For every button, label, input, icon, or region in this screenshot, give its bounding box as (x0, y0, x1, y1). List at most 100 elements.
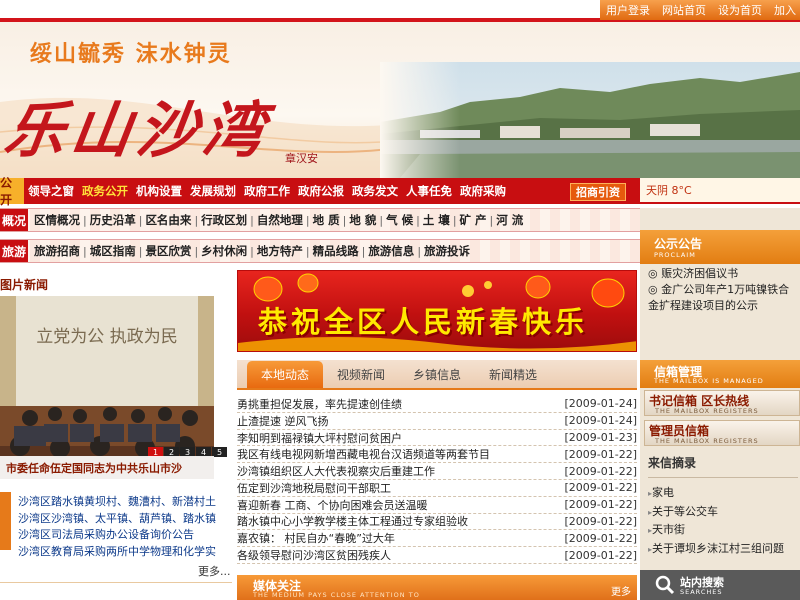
nav-item-leaders[interactable]: 领导之窗 (24, 183, 78, 199)
news-row: 勇挑重担促发展，率先提速创佳绩 [2009-01-24] (237, 396, 637, 413)
nav-item-gov-affairs[interactable]: 政务公开 (78, 183, 132, 199)
spring-festival-banner[interactable]: 恭祝全区人民新春快乐 (237, 270, 637, 352)
nav3-item-tourism-info[interactable]: 旅游信息 (365, 243, 417, 259)
nav2-item-name-origin[interactable]: 区名由来 (142, 212, 194, 228)
notice-header: 公示公告 PROCLAIM (640, 230, 800, 264)
left-news-item[interactable]: 沙湾区司法局采购办公设备询价公告 (18, 527, 223, 544)
news-title[interactable]: 勇挑重担促发展，率先提速创佳绩 (237, 396, 402, 412)
set-homepage-link[interactable]: 设为首页 (718, 2, 762, 18)
news-title[interactable]: 李知明到福禄镇大坪村慰问贫困户 (237, 430, 402, 446)
mailbox-header: 信箱管理 THE MAILBOX IS MANAGED (640, 360, 800, 388)
left-more-link[interactable]: 更多... (198, 563, 231, 579)
nav2-item-geography[interactable]: 自然地理 (254, 212, 306, 228)
nav2-item-overview[interactable]: 区情概况 (31, 212, 83, 228)
main-nav: 公开 领导之窗 政务公开 机构设置 发展规划 政府工作 政府公报 政务发文 人事… (0, 176, 640, 207)
letter-item[interactable]: 关于等公交车 (648, 503, 800, 522)
admin-mailbox-button[interactable]: 管理员信箱 THE MAILBOX REGISTERS (644, 420, 800, 446)
news-row: 伍定到沙湾地税局慰问干部职工 [2009-01-22] (237, 480, 637, 497)
nav3-item-specialties[interactable]: 地方特产 (254, 243, 306, 259)
news-date: [2009-01-22] (564, 464, 637, 478)
spring-festival-text: 恭祝全区人民新春快乐 (258, 305, 589, 339)
tab-featured-news[interactable]: 新闻精选 (475, 361, 551, 388)
news-title[interactable]: 伍定到沙湾地税局慰问干部职工 (237, 480, 391, 496)
add-favorite-link[interactable]: 加入 (774, 2, 796, 18)
nav-item-gov-work[interactable]: 政府工作 (240, 183, 294, 199)
nav-section-label-public: 公开 (0, 176, 24, 207)
banner-slogan: 绥山毓秀 沫水钟灵 (30, 41, 232, 67)
nav3-item-tourism-invest[interactable]: 旅游招商 (31, 243, 83, 259)
nav-item-personnel[interactable]: 人事任免 (402, 183, 456, 199)
nav3-item-scenic-spots[interactable]: 景区欣赏 (142, 243, 194, 259)
mailbox-btn2-sub: THE MAILBOX REGISTERS (655, 437, 759, 445)
home-link[interactable]: 网站首页 (662, 2, 706, 18)
letters-title: 来信摘录 (648, 454, 798, 478)
search-icon (655, 575, 675, 595)
secretary-mailbox-button[interactable]: 书记信箱 区长热线 THE MAILBOX REGISTERS (644, 390, 800, 416)
nav2-item-divisions[interactable]: 行政区划 (198, 212, 250, 228)
news-date: [2009-01-22] (564, 447, 637, 461)
site-search-subtitle: SEARCHES (680, 588, 723, 596)
overview-nav: 概况 区情概况 | 历史沿革 | 区名由来 | 行政区划 | 自然地理 | 地 质 | 地 … (0, 208, 640, 232)
news-row: 沙湾镇组织区人大代表视察灾后重建工作 [2009-01-22] (237, 463, 637, 480)
news-title[interactable]: 各级领导慰问沙湾区贫困残疾人 (237, 547, 391, 563)
investment-button[interactable]: 招商引资 (570, 183, 626, 201)
news-title[interactable]: 止渣提速 逆风飞扬 (237, 413, 329, 429)
news-title[interactable]: 沙湾镇组织区人大代表视察灾后重建工作 (237, 463, 435, 479)
nav2-item-landform[interactable]: 地 貌 (346, 212, 379, 228)
banner: 绥山毓秀 沫水钟灵 乐山沙湾 章汉安 (0, 22, 800, 178)
news-row: 踏水镇中心小学教学楼主体工程通过专家组验收 [2009-01-22] (237, 514, 637, 531)
photo-news-title: 图片新闻 (0, 278, 49, 292)
nav3-item-complaints[interactable]: 旅游投诉 (421, 243, 473, 259)
tab-township-info[interactable]: 乡镇信息 (399, 361, 475, 388)
login-link[interactable]: 用户登录 (606, 2, 650, 18)
news-title[interactable]: 嘉农镇： 村民自办“春晚”过大年 (237, 530, 395, 546)
page: 用户登录 网站首页 设为首页 加入 绥山毓秀 沫水钟灵 乐山沙湾 章汉安 公开 … (0, 0, 800, 600)
left-news-item[interactable]: 沙湾区教育局采购两所中学物理和化学实 (18, 544, 223, 561)
letter-item[interactable]: 天市街 (648, 521, 800, 540)
left-accent-bar (0, 492, 11, 550)
nav2-item-rivers[interactable]: 河 流 (493, 212, 526, 228)
left-news-item[interactable]: 沙湾区沙湾镇、太平镇、葫芦镇、踏水镇 (18, 511, 223, 528)
nav2-item-history[interactable]: 历史沿革 (87, 212, 139, 228)
tab-video-news[interactable]: 视频新闻 (323, 361, 399, 388)
mailbox-btn1-sub: THE MAILBOX REGISTERS (655, 407, 759, 415)
left-news-list: 沙湾区踏水镇黄坝村、魏漕村、新潜村土 沙湾区沙湾镇、太平镇、葫芦镇、踏水镇 沙湾… (18, 494, 223, 560)
news-title[interactable]: 踏水镇中心小学教学楼主体工程通过专家组验收 (237, 513, 468, 529)
media-subtitle: THE MEDIUM PAYS CLOSE ATTENTION TO (253, 591, 420, 599)
nav-item-gazette[interactable]: 政府公报 (294, 183, 348, 199)
news-date: [2009-01-22] (564, 481, 637, 495)
nav2-item-soil[interactable]: 土 壤 (420, 212, 453, 228)
news-title[interactable]: 我区有线电视网新增西藏电视台汉语频道等两套节目 (237, 446, 490, 462)
tourism-nav: 旅游 旅游招商 | 城区指南 | 景区欣赏 | 乡村休闲 | 地方特产 | 精品线路 | 旅… (0, 239, 640, 263)
weather-display: 天阴 8°C (640, 178, 800, 204)
letter-item[interactable]: 关于谭坝乡沫江村三组问题 (648, 540, 800, 559)
nav-item-documents[interactable]: 政务发文 (348, 183, 402, 199)
nav3-item-rural-leisure[interactable]: 乡村休闲 (198, 243, 250, 259)
media-more-link[interactable]: 更多 (611, 583, 631, 598)
left-news-item[interactable]: 沙湾区踏水镇黄坝村、魏漕村、新潜村土 (18, 494, 223, 511)
nav3-item-city-guide[interactable]: 城区指南 (87, 243, 139, 259)
site-search-header[interactable]: 站内搜索 SEARCHES (640, 570, 800, 600)
notice-item[interactable]: ◎ 赈灾济困倡议书 (648, 266, 800, 282)
news-date: [2009-01-23] (564, 430, 637, 444)
photo-caption[interactable]: 市委任命伍定国同志为中共乐山市沙 (0, 456, 214, 479)
letter-item[interactable]: 家电 (648, 484, 800, 503)
nav2-item-geology[interactable]: 地 质 (310, 212, 343, 228)
notice-item[interactable]: ◎ 金广公司年产1万吨镍铁合金扩程建设项目的公示 (648, 282, 800, 314)
mailbox-subtitle: THE MAILBOX IS MANAGED (654, 377, 764, 385)
nav-item-organization[interactable]: 机构设置 (132, 183, 186, 199)
nav3-item-routes[interactable]: 精品线路 (310, 243, 362, 259)
news-date: [2009-01-22] (564, 548, 637, 562)
top-links: 用户登录 网站首页 设为首页 加入 (600, 0, 800, 20)
nav2-item-minerals[interactable]: 矿 产 (457, 212, 490, 228)
tab-local-news[interactable]: 本地动态 (247, 361, 324, 388)
photo-page-5[interactable]: 5 (212, 447, 227, 457)
news-date: [2009-01-24] (564, 397, 637, 411)
nav-section-label-overview: 概况 (0, 209, 28, 231)
nav2-item-climate[interactable]: 气 候 (383, 212, 416, 228)
nav-item-procurement[interactable]: 政府采购 (456, 183, 510, 199)
news-row: 喜迎新春 工商、个协向困难会员送温暖 [2009-01-22] (237, 497, 637, 514)
news-list: 勇挑重担促发展，率先提速创佳绩 [2009-01-24] 止渣提速 逆风飞扬 [20… (237, 396, 637, 564)
news-title[interactable]: 喜迎新春 工商、个协向困难会员送温暖 (237, 497, 428, 513)
nav-item-planning[interactable]: 发展规划 (186, 183, 240, 199)
